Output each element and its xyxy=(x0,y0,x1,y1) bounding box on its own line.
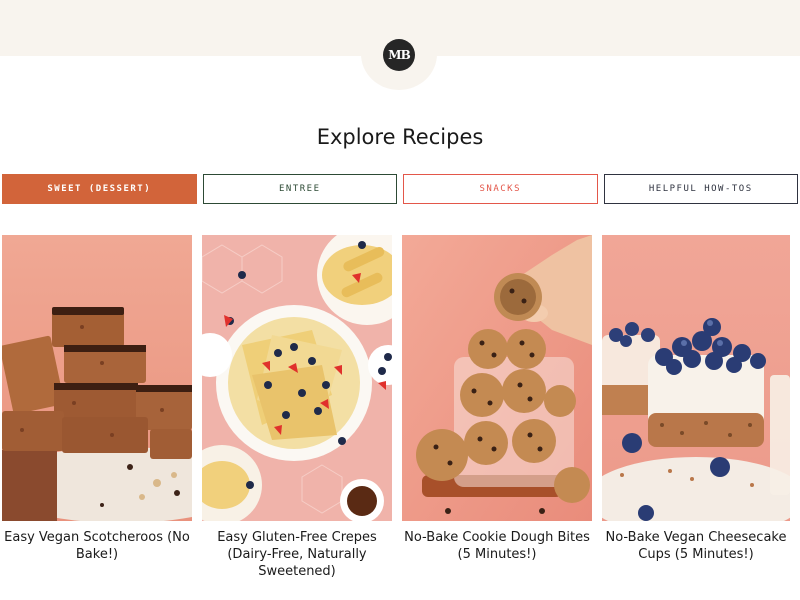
recipe-card-scotcheroos[interactable]: Easy Vegan Scotcheroos (No Bake!) xyxy=(2,235,192,595)
section-title: Explore Recipes xyxy=(316,125,484,149)
scotcheroos-photo[interactable] xyxy=(2,235,192,521)
recipe-title[interactable]: Easy Vegan Scotcheroos (No Bake!) xyxy=(2,529,192,563)
cookie-dough-photo[interactable] xyxy=(402,235,592,521)
recipe-card-cheesecake[interactable]: No-Bake Vegan Cheesecake Cups (5 Minutes… xyxy=(602,235,790,595)
site-logo[interactable]: MB xyxy=(383,39,415,71)
crepes-photo[interactable] xyxy=(202,235,392,521)
tab-entree[interactable]: Entree xyxy=(202,174,397,204)
category-tabs: Sweet (Dessert) Entree Snacks Helpful Ho… xyxy=(2,174,798,204)
recipe-title[interactable]: No-Bake Cookie Dough Bites (5 Minutes!) xyxy=(402,529,592,563)
recipe-card-crepes[interactable]: Easy Gluten-Free Crepes (Dairy-Free, Nat… xyxy=(202,235,392,595)
tab-helpful-how-tos[interactable]: Helpful How-Tos xyxy=(603,174,798,204)
tab-sweet-dessert[interactable]: Sweet (Dessert) xyxy=(2,174,197,204)
recipe-title[interactable]: No-Bake Vegan Cheesecake Cups (5 Minutes… xyxy=(602,529,790,563)
recipe-card-cookie-dough[interactable]: No-Bake Cookie Dough Bites (5 Minutes!) xyxy=(402,235,592,595)
cheesecake-photo[interactable] xyxy=(602,235,790,521)
tab-snacks[interactable]: Snacks xyxy=(403,174,598,204)
recipe-title[interactable]: Easy Gluten-Free Crepes (Dairy-Free, Nat… xyxy=(202,529,392,580)
recipe-grid: Easy Vegan Scotcheroos (No Bake!) Easy G… xyxy=(2,235,798,595)
